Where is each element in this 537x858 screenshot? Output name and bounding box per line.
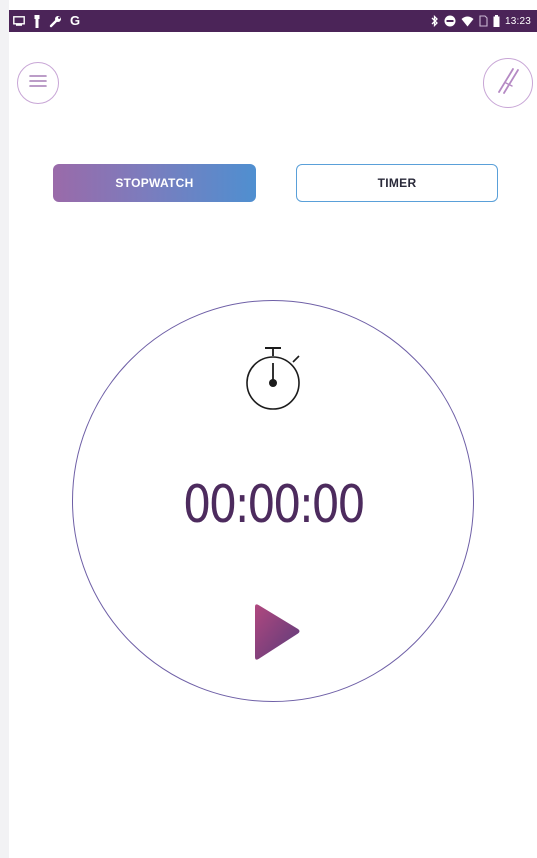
status-time: 13:23	[504, 15, 531, 27]
menu-button[interactable]	[17, 62, 59, 104]
do-not-disturb-icon	[444, 14, 456, 28]
tab-stopwatch[interactable]: STOPWATCH	[53, 164, 256, 202]
app-logo-icon	[493, 66, 523, 101]
wifi-icon	[461, 14, 474, 28]
stopwatch-icon	[241, 344, 305, 416]
battery-icon	[493, 14, 500, 28]
play-button[interactable]	[246, 602, 302, 664]
bluetooth-icon	[431, 14, 439, 28]
menu-icon	[29, 74, 47, 93]
play-icon	[246, 604, 302, 668]
g-letter-icon: G	[70, 13, 81, 28]
status-bar-right: 13:23	[431, 14, 531, 28]
app-screen: G 13:23 STOPWATCH TIMER 00:00:00	[9, 0, 537, 858]
tab-stopwatch-label: STOPWATCH	[115, 176, 194, 190]
elapsed-time-display: 00:00:00	[182, 475, 366, 535]
screen-icon	[13, 14, 25, 28]
usb-icon	[33, 14, 41, 28]
tab-timer[interactable]: TIMER	[296, 164, 498, 202]
status-bar: G 13:23	[9, 10, 537, 32]
no-sim-icon	[479, 14, 488, 28]
tab-timer-label: TIMER	[377, 176, 417, 190]
wrench-icon	[49, 14, 62, 28]
app-logo-button[interactable]	[483, 58, 533, 108]
status-bar-left: G	[13, 14, 80, 28]
